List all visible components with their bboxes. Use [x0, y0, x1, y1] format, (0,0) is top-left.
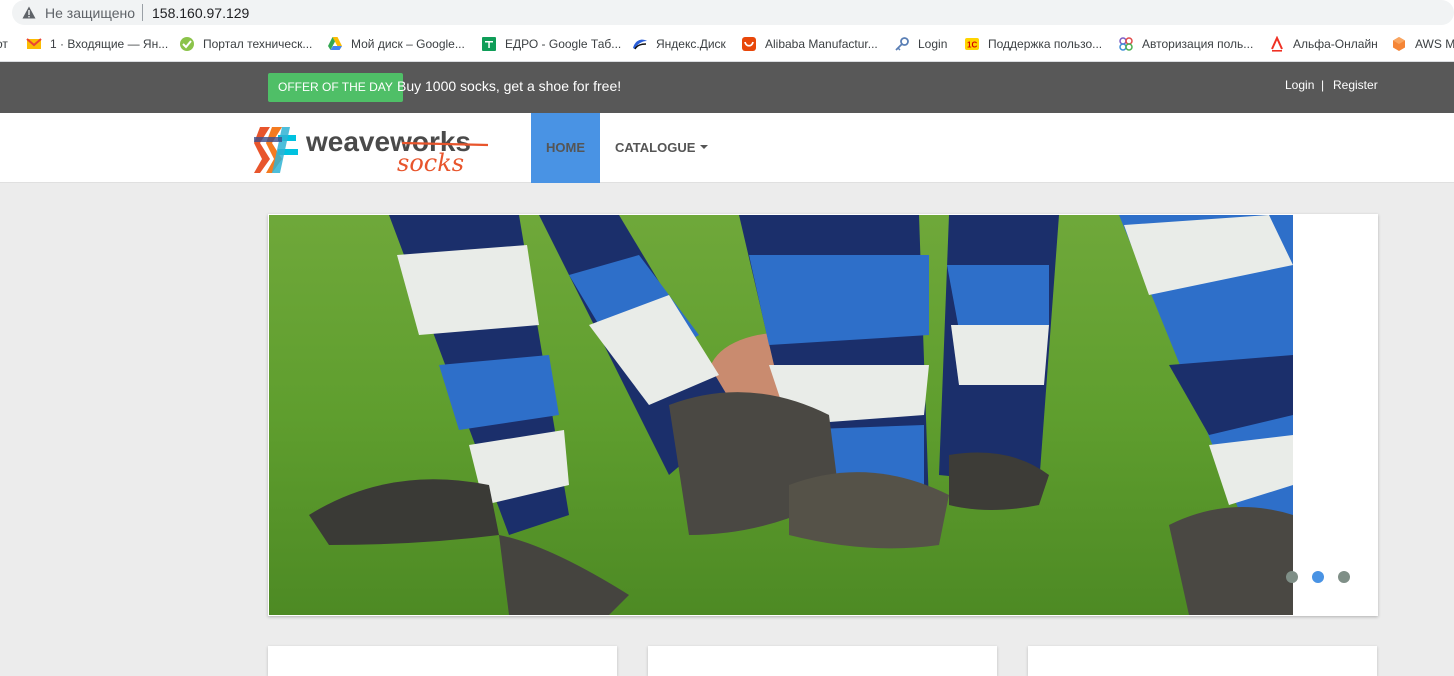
product-card[interactable]	[648, 646, 997, 676]
bookmark-item[interactable]: Авторизация поль...	[1118, 35, 1253, 53]
yandex-disk-icon	[633, 39, 647, 50]
warning-icon[interactable]	[22, 6, 36, 19]
bookmark-label: Авторизация поль...	[1142, 37, 1254, 51]
bookmark-label: 1 · Входящие — Ян...	[50, 37, 169, 51]
bookmark-label: Яндекс.Диск	[656, 37, 726, 51]
bookmark-label: Портал техническ...	[203, 37, 313, 51]
auth-icon	[1119, 37, 1133, 51]
bookmark-item[interactable]: Alibaba Manufactur...	[741, 35, 878, 53]
carousel-dot-2[interactable]	[1312, 571, 1324, 583]
google-drive-icon	[328, 37, 342, 50]
account-separator: |	[1321, 78, 1325, 92]
alibaba-icon	[742, 37, 756, 51]
main-navbar: weaveworks socks HOME CATALOGUE	[0, 113, 1454, 183]
login-link[interactable]: Login	[1285, 78, 1314, 92]
bookmark-label: AWS M	[1415, 37, 1454, 51]
mail-icon	[26, 38, 42, 49]
product-card[interactable]	[268, 646, 617, 676]
logo-word-socks: socks	[397, 149, 464, 175]
logo-mark-icon	[254, 127, 298, 173]
bookmark-item[interactable]: Login	[894, 35, 947, 53]
register-link[interactable]: Register	[1333, 78, 1378, 92]
bookmark-item[interactable]: AWS M	[1391, 35, 1454, 53]
svg-text:1С: 1С	[967, 41, 977, 50]
bookmark-item[interactable]: 1 · Входящие — Ян...	[26, 35, 168, 53]
bookmark-label: Альфа-Онлайн	[1293, 37, 1378, 51]
nav-catalogue-label: CATALOGUE	[615, 140, 696, 155]
offer-bar: OFFER OF THE DAY Buy 1000 socks, get a s…	[0, 62, 1454, 113]
security-status[interactable]: Не защищено	[45, 5, 135, 21]
bookmark-label: от	[0, 37, 8, 51]
key-icon	[895, 37, 909, 51]
product-card[interactable]	[1028, 646, 1377, 676]
bookmark-item[interactable]: от	[0, 35, 8, 53]
url-text[interactable]: 158.160.97.129	[152, 5, 249, 21]
nav-home[interactable]: HOME	[531, 113, 600, 183]
nav-catalogue[interactable]: CATALOGUE	[615, 140, 709, 155]
bookmark-item[interactable]: Портал техническ...	[179, 35, 312, 53]
carousel-dot-1[interactable]	[1286, 571, 1298, 583]
browser-address-bar: Не защищено 158.160.97.129	[0, 0, 1454, 26]
carousel-dot-3[interactable]	[1338, 571, 1350, 583]
weaveworks-socks-logo[interactable]: weaveworks socks	[252, 123, 492, 175]
google-sheets-icon	[482, 37, 496, 51]
bookmark-label: Поддержка пользо...	[988, 37, 1103, 51]
sock-leg-right	[939, 215, 1059, 485]
bookmark-label: Login	[918, 37, 948, 51]
bookmark-item[interactable]: Мой диск – Google...	[327, 35, 465, 53]
alfa-icon	[1271, 36, 1283, 52]
aws-icon	[1393, 37, 1405, 51]
bookmark-label: ЕДРО - Google Таб...	[505, 37, 622, 51]
bookmark-item[interactable]: 1С Поддержка пользо...	[964, 35, 1102, 53]
offer-text: Buy 1000 socks, get a shoe for free!	[397, 78, 622, 94]
caret-down-icon	[700, 145, 709, 149]
bookmarks-bar: от 1 · Входящие — Ян... Портал техническ…	[0, 26, 1454, 62]
divider	[142, 4, 143, 21]
hero-carousel[interactable]	[268, 214, 1378, 616]
check-icon	[180, 37, 194, 51]
offer-badge[interactable]: OFFER OF THE DAY	[268, 73, 403, 102]
bookmark-label: Alibaba Manufactur...	[765, 37, 878, 51]
bookmark-item[interactable]: Яндекс.Диск	[632, 35, 726, 53]
hero-slide-image	[269, 215, 1293, 615]
bookmark-item[interactable]: ЕДРО - Google Таб...	[481, 35, 621, 53]
1c-icon: 1С	[965, 38, 979, 50]
bookmark-label: Мой диск – Google...	[351, 37, 465, 51]
bookmark-item[interactable]: Альфа-Онлайн	[1269, 35, 1378, 53]
